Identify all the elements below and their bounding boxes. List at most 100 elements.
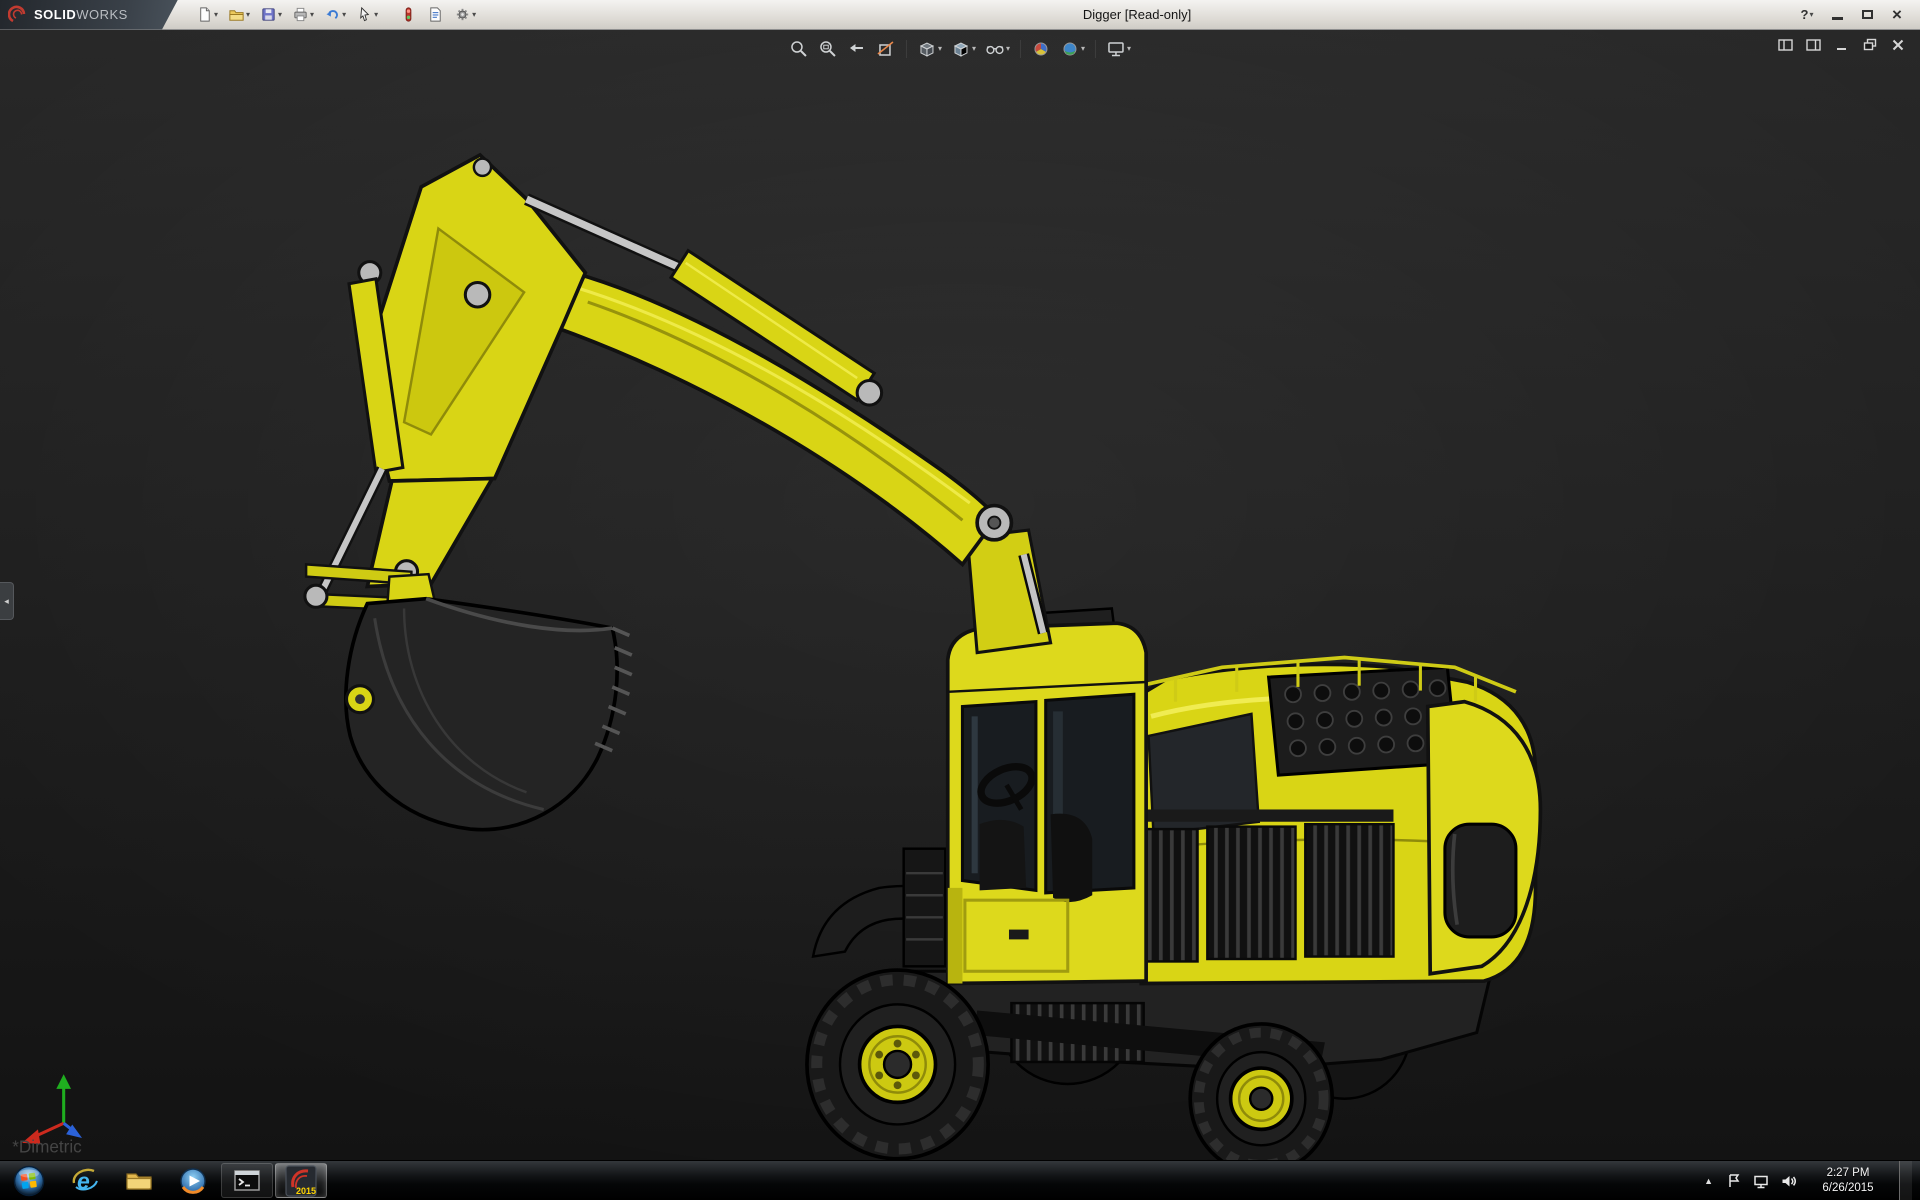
feature-panel-collapse-tab[interactable]: ◂ — [0, 582, 14, 620]
rebuild-button[interactable] — [396, 1, 421, 29]
maximize-icon — [1862, 10, 1873, 19]
minimize-icon — [1832, 17, 1843, 20]
dropdown-caret[interactable]: ▾ — [310, 11, 314, 19]
volume-icon[interactable] — [1779, 1172, 1797, 1190]
clock-date: 6/26/2015 — [1806, 1181, 1890, 1196]
select-button[interactable]: ▾ — [352, 1, 382, 29]
select-cursor-icon — [356, 6, 373, 23]
internet-explorer-icon: e — [70, 1166, 100, 1196]
view-orientation-label: *Dimetric — [12, 1137, 82, 1157]
cab[interactable] — [948, 608, 1146, 983]
close-button[interactable]: × — [1884, 4, 1910, 26]
hide-show-items-button[interactable]: ▾ — [983, 37, 1012, 61]
window-controls: ?▾ × — [1794, 4, 1920, 26]
view-settings-icon — [1106, 39, 1126, 59]
dropdown-caret[interactable]: ▾ — [374, 11, 378, 19]
apply-scene-button[interactable]: ▾ — [1058, 37, 1087, 61]
new-document-icon — [196, 6, 213, 23]
dropdown-caret[interactable]: ▾ — [1006, 45, 1010, 53]
dropdown-caret[interactable]: ▾ — [214, 11, 218, 19]
previous-view-icon — [847, 39, 867, 59]
clock-time: 2:27 PM — [1806, 1166, 1890, 1181]
zoom-to-area-icon — [818, 39, 838, 59]
section-view-button[interactable] — [874, 37, 898, 61]
folder-icon — [124, 1166, 154, 1196]
start-button[interactable] — [0, 1161, 58, 1200]
edit-appearance-button[interactable] — [1029, 37, 1053, 61]
seat[interactable] — [1051, 814, 1093, 902]
windows-start-orb-icon — [12, 1164, 46, 1198]
collapse-arrow-icon: ◂ — [4, 596, 9, 607]
action-center-flag-icon[interactable] — [1725, 1172, 1743, 1190]
taskbar-media-player[interactable] — [167, 1163, 219, 1198]
grille-panel[interactable] — [1305, 824, 1393, 956]
model-canvas[interactable]: *Dimetric — [0, 30, 1920, 1160]
edit-appearance-ball-icon — [1031, 39, 1051, 59]
dropdown-caret[interactable]: ▾ — [342, 11, 346, 19]
dropdown-caret[interactable]: ▾ — [278, 11, 282, 19]
show-hidden-icons-button[interactable]: ▲ — [1701, 1176, 1716, 1186]
window-title: Digger [Read-only] — [480, 7, 1794, 22]
doc-close-icon[interactable] — [1890, 38, 1906, 52]
graphics-viewport[interactable]: *Dimetric — [0, 30, 1920, 1160]
front-left-wheel[interactable] — [807, 970, 988, 1159]
new-button[interactable]: ▾ — [192, 1, 222, 29]
system-tray: ▲ 2:27 PM 6/26/2015 — [1701, 1161, 1920, 1200]
previous-view-button[interactable] — [845, 37, 869, 61]
network-icon[interactable] — [1752, 1172, 1770, 1190]
dropdown-caret[interactable]: ▾ — [938, 45, 942, 53]
zoom-to-fit-icon — [789, 39, 809, 59]
display-style-button[interactable]: ▾ — [949, 37, 978, 61]
file-properties-button[interactable] — [423, 1, 448, 29]
dropdown-caret[interactable]: ▾ — [472, 11, 476, 19]
quick-access-toolbar: ▾ ▾ ▾ ▾ ▾ — [192, 1, 480, 29]
print-icon — [292, 6, 309, 23]
command-prompt-icon — [232, 1166, 262, 1196]
print-button[interactable]: ▾ — [288, 1, 318, 29]
taskbar-clock[interactable]: 2:27 PM 6/26/2015 — [1806, 1166, 1890, 1196]
taskbar-spacer — [328, 1161, 1701, 1200]
show-desktop-button[interactable] — [1899, 1161, 1912, 1200]
taskbar-command-prompt[interactable] — [221, 1163, 273, 1198]
view-settings-button[interactable]: ▾ — [1104, 37, 1133, 61]
zoom-to-area-button[interactable] — [816, 37, 840, 61]
doc-minimize-icon[interactable] — [1834, 38, 1850, 52]
dropdown-caret[interactable]: ▾ — [1127, 45, 1131, 53]
save-button[interactable]: ▾ — [256, 1, 286, 29]
toolbar-separator — [1095, 40, 1096, 58]
help-button[interactable]: ?▾ — [1794, 4, 1820, 26]
front-right-wheel[interactable] — [1190, 1024, 1332, 1160]
section-view-icon — [876, 39, 896, 59]
zoom-to-fit-button[interactable] — [787, 37, 811, 61]
grille-panel[interactable] — [1207, 827, 1295, 959]
options-button[interactable]: ▾ — [450, 1, 480, 29]
screen: { "colors": { "excavator_yellow": "#d9d5… — [0, 0, 1920, 1200]
view-orientation-cube-icon — [917, 39, 937, 59]
undo-button[interactable]: ▾ — [320, 1, 350, 29]
dropdown-caret[interactable]: ▾ — [972, 45, 976, 53]
taskbar: e — [0, 1160, 1920, 1200]
maximize-button[interactable] — [1854, 4, 1880, 26]
undo-icon — [324, 6, 341, 23]
doc-restore-icon[interactable] — [1862, 38, 1878, 52]
headsup-toolbar: ▾ ▾ ▾ — [779, 35, 1141, 63]
open-button[interactable]: ▾ — [224, 1, 254, 29]
toolbar-separator — [1020, 40, 1021, 58]
taskbar-solidworks-2015[interactable]: 2015 — [275, 1163, 327, 1198]
save-icon — [260, 6, 277, 23]
document-window-controls — [1778, 38, 1906, 52]
brand-light: WORKS — [76, 7, 128, 22]
dropdown-caret[interactable]: ▾ — [1081, 45, 1085, 53]
solidworks-logo-icon — [8, 5, 28, 25]
view-orientation-button[interactable]: ▾ — [915, 37, 944, 61]
minimize-button[interactable] — [1824, 4, 1850, 26]
dropdown-caret: ▾ — [1809, 11, 1813, 19]
taskbar-internet-explorer[interactable]: e — [59, 1163, 111, 1198]
taskbar-windows-explorer[interactable] — [113, 1163, 165, 1198]
solidworks-app-icon: 2015 — [285, 1165, 317, 1197]
dropdown-caret[interactable]: ▾ — [246, 11, 250, 19]
pane-left-icon[interactable] — [1778, 38, 1794, 52]
apply-scene-icon — [1060, 39, 1080, 59]
pane-right-icon[interactable] — [1806, 38, 1822, 52]
titlebar: SOLIDWORKS ▾ ▾ ▾ — [0, 0, 1920, 30]
